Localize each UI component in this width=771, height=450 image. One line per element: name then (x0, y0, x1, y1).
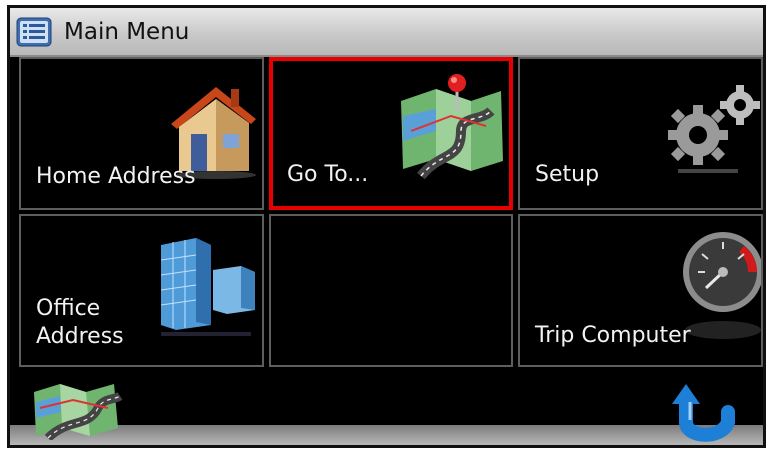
trip-computer-tile[interactable]: Trip Computer (518, 214, 763, 367)
office-address-label-line-1: Office (36, 296, 101, 321)
go-to-tile[interactable]: Go To... (269, 57, 513, 210)
map-pin-icon (401, 74, 503, 180)
setup-label: Setup (535, 162, 600, 187)
office-address-label-line-2: Address (36, 324, 124, 349)
setup-tile[interactable]: Setup (518, 57, 763, 210)
back-arrow-icon[interactable] (666, 382, 742, 445)
go-to-label: Go To... (287, 162, 369, 187)
trip-computer-label: Trip Computer (535, 323, 691, 348)
office-building-icon (160, 238, 255, 336)
office-address-tile[interactable]: Office Address (19, 214, 264, 367)
home-address-label: Home Address (36, 164, 196, 189)
title-bar: Main Menu (10, 8, 763, 57)
navigation-device-screen: Main Menu Home Address Go To... Setup Of… (7, 5, 766, 448)
menu-list-icon[interactable] (16, 17, 52, 47)
map-icon[interactable] (28, 378, 124, 440)
empty-tile (269, 214, 513, 367)
home-address-tile[interactable]: Home Address (19, 57, 264, 210)
window-title: Main Menu (64, 19, 190, 45)
gears-icon (668, 85, 760, 173)
screenshot-frame: Main Menu Home Address Go To... Setup Of… (0, 0, 771, 450)
bottom-bar (10, 370, 763, 445)
